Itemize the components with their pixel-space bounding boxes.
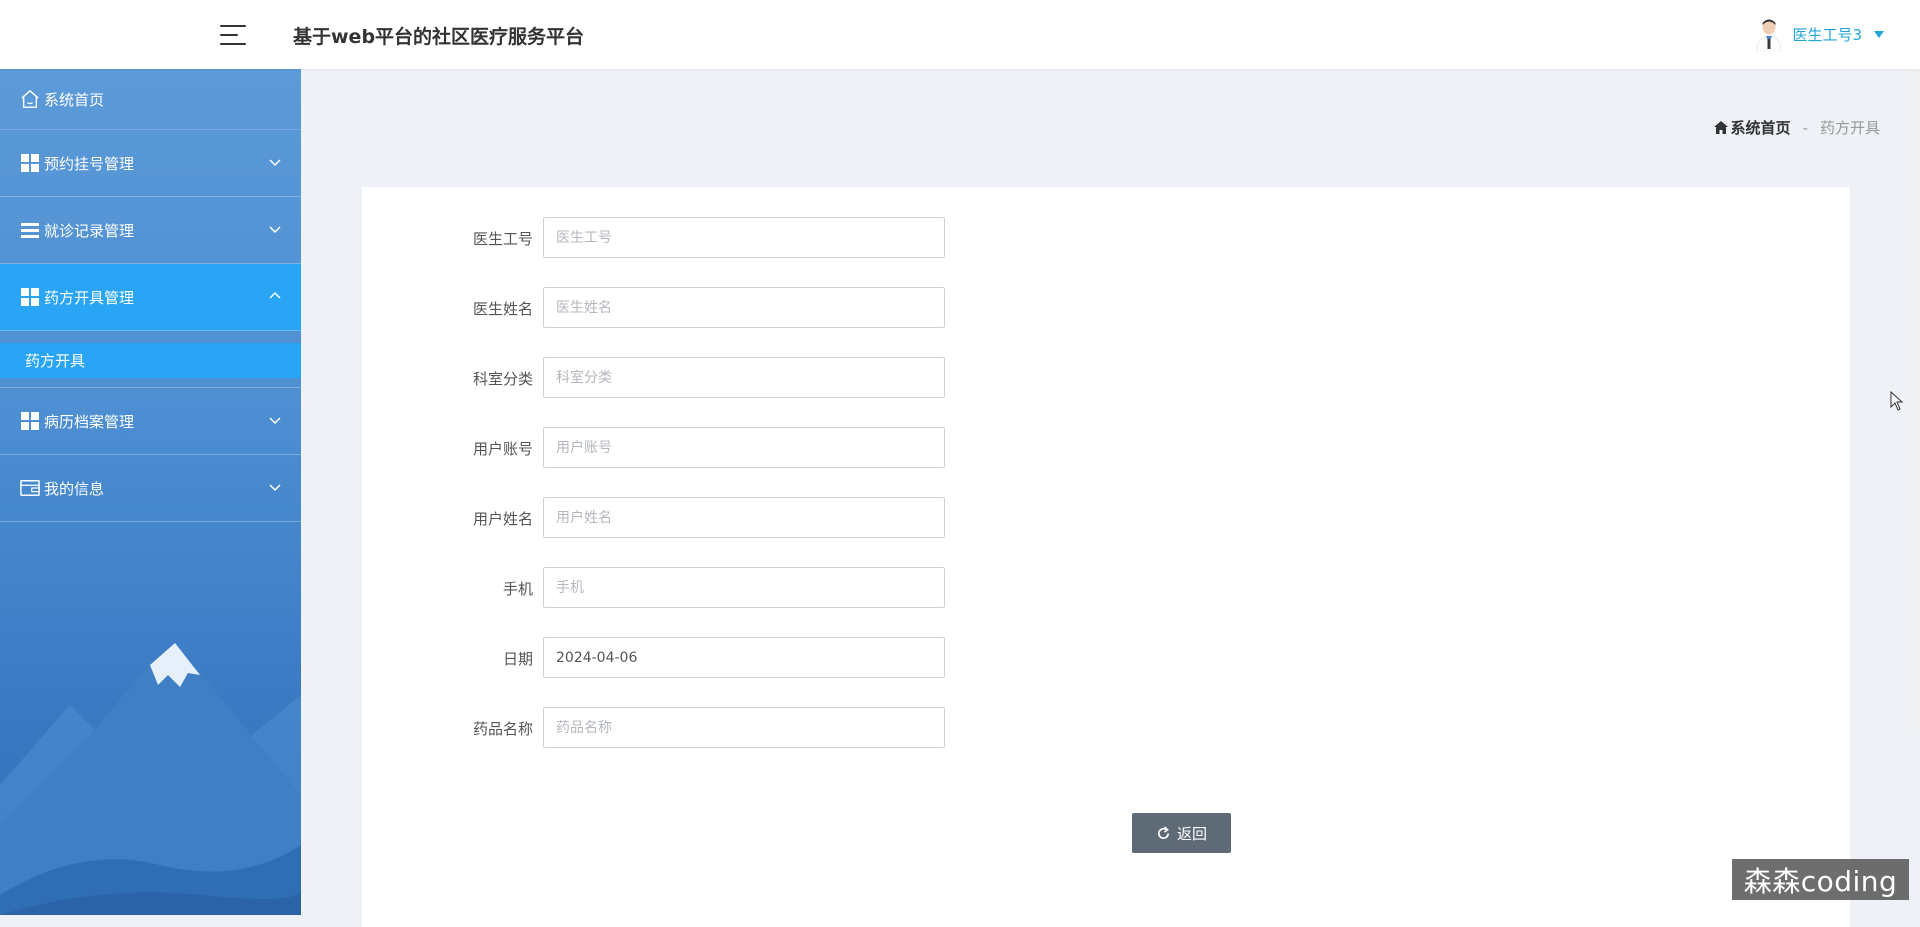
field-label: 用户姓名: [472, 510, 533, 528]
avatar: [1754, 17, 1784, 52]
form-row-department: 科室分类: [362, 357, 962, 399]
sidebar-item-label: 系统首页: [44, 90, 105, 109]
breadcrumb: 系统首页 - 药方开具: [1713, 117, 1880, 138]
grid-icon: [20, 287, 40, 307]
user-account-input[interactable]: [543, 427, 945, 468]
form-row-doctor-name: 医生姓名: [362, 287, 962, 329]
chevron-down-icon: [269, 481, 281, 492]
sidebar-item-label: 我的信息: [44, 479, 105, 498]
user-name[interactable]: 医生工号3: [1792, 24, 1862, 45]
drug-name-input[interactable]: [543, 707, 945, 748]
field-label: 科室分类: [472, 370, 533, 388]
top-header: 基于web平台的社区医疗服务平台 医生工号3: [0, 0, 1920, 69]
sidebar-item-visit-records[interactable]: 就诊记录管理: [0, 197, 301, 264]
sidebar-item-label: 药方开具管理: [44, 288, 135, 307]
user-menu[interactable]: 医生工号3: [1754, 16, 1884, 52]
chevron-down-icon: [269, 223, 281, 234]
field-label: 医生姓名: [472, 300, 533, 318]
list-icon: [20, 220, 40, 240]
phone-input[interactable]: [543, 567, 945, 608]
form-row-doctor-id: 医生工号: [362, 217, 962, 259]
sidebar-item-label: 就诊记录管理: [44, 221, 135, 240]
field-label: 药品名称: [472, 720, 533, 738]
doctor-id-input[interactable]: [543, 217, 945, 258]
sidebar: 系统首页 预约挂号管理 就诊记录管理 药方开具管理 药方开具 病历档案管理 我的…: [0, 69, 301, 915]
breadcrumb-separator: -: [1802, 118, 1808, 137]
doctor-name-input[interactable]: [543, 287, 945, 328]
chevron-down-icon: [269, 156, 281, 167]
form-row-drug-name: 药品名称: [362, 707, 962, 749]
sidebar-item-label: 预约挂号管理: [44, 154, 135, 173]
grid-icon: [20, 153, 40, 173]
main-content: 系统首页 - 药方开具 医生工号 医生姓名 科室分类 用户账号 用户姓名 手机: [301, 69, 1920, 927]
sidebar-item-home[interactable]: 系统首页: [0, 69, 301, 130]
field-label: 医生工号: [472, 230, 533, 248]
site-title: 基于web平台的社区医疗服务平台: [293, 26, 585, 48]
breadcrumb-home-label: 系统首页: [1730, 119, 1791, 137]
chevron-up-icon: [269, 290, 281, 300]
chevron-down-icon: [269, 414, 281, 425]
mouse-cursor-icon: [1890, 391, 1904, 411]
department-input[interactable]: [543, 357, 945, 398]
prescription-submenu: 药方开具: [0, 331, 301, 388]
home-icon: [1713, 121, 1728, 134]
sidebar-item-appointment[interactable]: 预约挂号管理: [0, 130, 301, 197]
sidebar-item-medical-records[interactable]: 病历档案管理: [0, 388, 301, 455]
home-icon: [20, 89, 40, 109]
sidebar-item-my-info[interactable]: 我的信息: [0, 455, 301, 522]
field-label: 日期: [502, 650, 533, 668]
watermark: 森森coding: [1732, 859, 1909, 900]
sidebar-subitem-label: 药方开具: [25, 352, 86, 370]
sidebar-item-prescription[interactable]: 药方开具管理: [0, 264, 301, 331]
back-button[interactable]: 返回: [1132, 813, 1231, 853]
sidebar-subitem-prescribe[interactable]: 药方开具: [0, 343, 301, 378]
form-row-user-name: 用户姓名: [362, 497, 962, 539]
prescription-form-card: 医生工号 医生姓名 科室分类 用户账号 用户姓名 手机 日期 药品名称: [362, 187, 1850, 927]
grid-icon: [20, 411, 40, 431]
sidebar-item-label: 病历档案管理: [44, 412, 135, 431]
refresh-icon: [1157, 825, 1170, 839]
breadcrumb-home[interactable]: 系统首页: [1713, 117, 1791, 138]
back-button-label: 返回: [1176, 824, 1207, 843]
caret-down-icon[interactable]: [1874, 30, 1884, 38]
form-row-user-account: 用户账号: [362, 427, 962, 469]
menu-toggle-icon[interactable]: [220, 24, 246, 46]
scrollbar[interactable]: [1910, 0, 1920, 730]
field-label: 用户账号: [472, 440, 533, 458]
field-label: 手机: [502, 580, 533, 598]
date-input[interactable]: [543, 637, 945, 678]
breadcrumb-current: 药方开具: [1819, 119, 1880, 137]
form-row-phone: 手机: [362, 567, 962, 609]
mountain-background: [0, 643, 301, 915]
user-name-input[interactable]: [543, 497, 945, 538]
wallet-icon: [20, 478, 40, 498]
form-row-date: 日期: [362, 637, 962, 679]
